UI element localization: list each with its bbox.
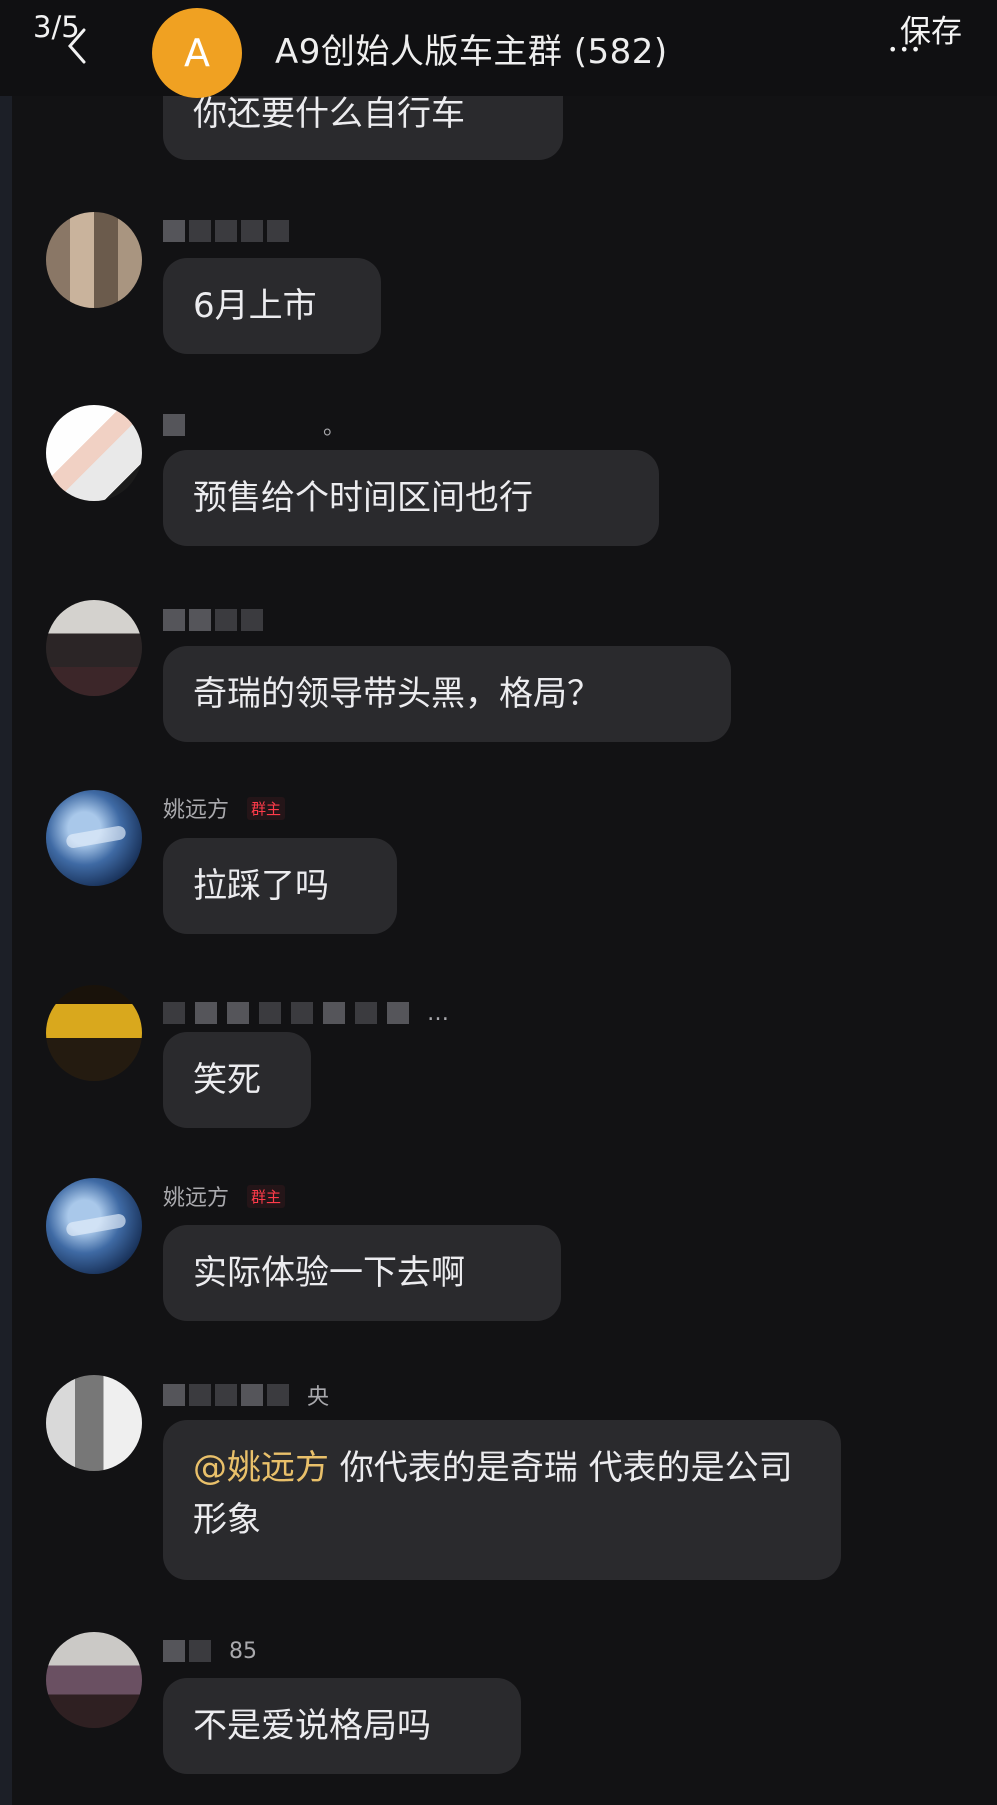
- avatar[interactable]: [46, 1632, 142, 1728]
- owner-badge: 群主: [247, 796, 286, 820]
- masked-name: [163, 1640, 211, 1662]
- message-text: 你还要什么自行车: [193, 94, 465, 134]
- name-suffix: 85: [229, 1638, 257, 1664]
- message-text: 不是爱说格局吗: [193, 1706, 431, 1746]
- group-title[interactable]: A9创始人版车主群 (582): [275, 24, 668, 73]
- message-bubble[interactable]: 不是爱说格局吗: [163, 1678, 521, 1774]
- avatar[interactable]: [46, 405, 142, 501]
- message-text: 拉踩了吗: [193, 866, 329, 906]
- sender-name-masked: 。: [163, 408, 345, 442]
- message-text: 奇瑞的领导带头黑，格局？: [193, 674, 601, 714]
- message-bubble[interactable]: 实际体验一下去啊: [163, 1225, 561, 1321]
- owner-badge: 群主: [247, 1184, 286, 1208]
- avatar[interactable]: [46, 985, 142, 1081]
- edge-strip: [0, 0, 12, 1805]
- message-bubble[interactable]: 笑死: [163, 1032, 311, 1128]
- message-bubble[interactable]: 拉踩了吗: [163, 838, 397, 934]
- avatar[interactable]: [46, 1375, 142, 1471]
- sender-name-masked: 85: [163, 1634, 257, 1668]
- masked-name: [163, 414, 185, 436]
- avatar[interactable]: [46, 1178, 142, 1274]
- name-suffix: 央: [307, 1385, 330, 1410]
- sender-name-row: 姚远方 群主: [163, 1179, 286, 1213]
- sender-name-masked: 央: [163, 1378, 329, 1412]
- avatar[interactable]: [46, 212, 142, 308]
- sender-name: 姚远方: [163, 798, 230, 823]
- message-text: 实际体验一下去啊: [193, 1253, 465, 1293]
- avatar[interactable]: [46, 790, 142, 886]
- back-arrow-icon[interactable]: [66, 26, 88, 66]
- group-avatar-letter: A: [184, 31, 210, 75]
- masked-name: [163, 220, 289, 242]
- message-text: 预售给个时间区间也行: [193, 478, 533, 518]
- masked-name: [163, 1002, 409, 1024]
- save-button[interactable]: 保存: [900, 6, 962, 51]
- name-suffix: 。: [323, 415, 346, 440]
- avatar[interactable]: [46, 600, 142, 696]
- group-avatar[interactable]: A: [152, 8, 242, 98]
- message-text: 笑死: [193, 1060, 261, 1100]
- sender-name: 姚远方: [163, 1186, 230, 1211]
- message-text: 6月上市: [193, 286, 317, 326]
- chat-screen: 3/5 A A9创始人版车主群 (582) ••• 保存 你还要什么自行车 6月…: [0, 0, 997, 1805]
- sender-name-masked: [163, 603, 263, 637]
- masked-name: [163, 609, 263, 631]
- sender-name-row: 姚远方 群主: [163, 791, 286, 825]
- sender-name-masked: …: [163, 996, 449, 1030]
- message-bubble[interactable]: @姚远方 你代表的是奇瑞 代表的是公司形象: [163, 1420, 841, 1580]
- message-bubble[interactable]: 预售给个时间区间也行: [163, 450, 659, 546]
- name-suffix: …: [427, 1000, 449, 1026]
- message-bubble[interactable]: 奇瑞的领导带头黑，格局？: [163, 646, 731, 742]
- chat-header: 3/5 A A9创始人版车主群 (582) ••• 保存: [0, 0, 997, 98]
- masked-name: [163, 1384, 289, 1406]
- message-bubble[interactable]: 6月上市: [163, 258, 381, 354]
- mention-link[interactable]: @姚远方: [193, 1448, 329, 1488]
- sender-name-masked: [163, 214, 289, 248]
